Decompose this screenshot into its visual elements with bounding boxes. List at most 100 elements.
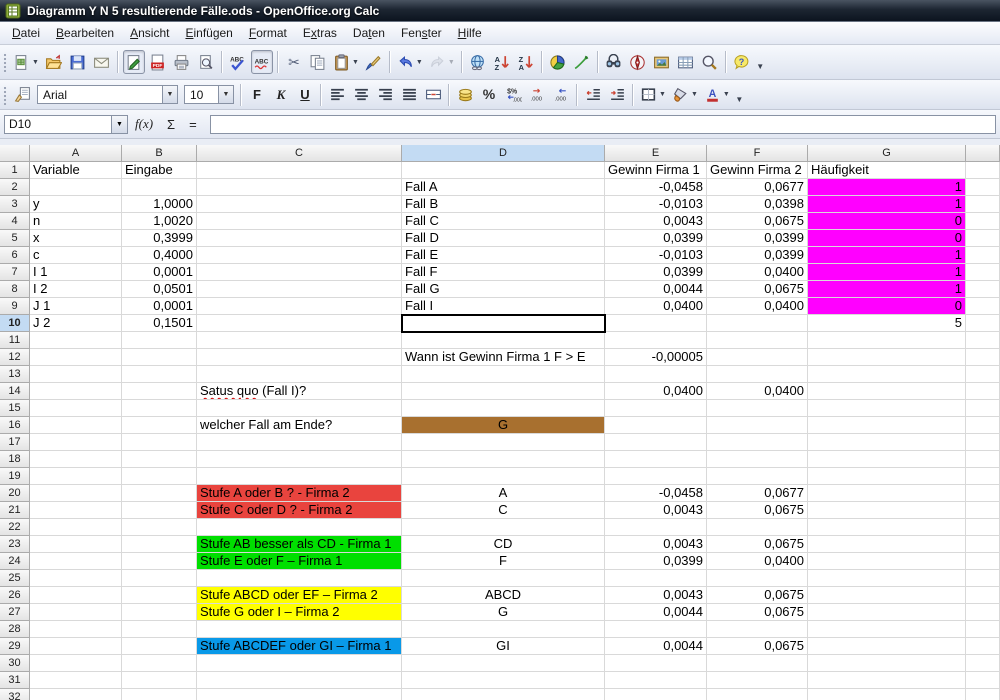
cell-F29[interactable]: 0,0675 — [707, 638, 808, 655]
row-header-23[interactable]: 23 — [0, 536, 30, 553]
cell-D2[interactable]: Fall A — [402, 179, 605, 196]
cell-G13[interactable] — [808, 366, 966, 383]
row-header-13[interactable]: 13 — [0, 366, 30, 383]
cell-F5[interactable]: 0,0399 — [707, 230, 808, 247]
cell-E6[interactable]: -0,0103 — [605, 247, 707, 264]
formula-button[interactable]: = — [189, 117, 197, 132]
row-header-20[interactable]: 20 — [0, 485, 30, 502]
cell-A3[interactable]: y — [30, 196, 122, 213]
cell-D11[interactable] — [402, 332, 605, 349]
cell-D6[interactable]: Fall E — [402, 247, 605, 264]
cell-C20[interactable]: Stufe A oder B ? - Firma 2 — [197, 485, 402, 502]
cell-F6[interactable]: 0,0399 — [707, 247, 808, 264]
cell-A13[interactable] — [30, 366, 122, 383]
cell-partial-31[interactable] — [966, 672, 1000, 689]
cell-partial-8[interactable] — [966, 281, 1000, 298]
row-header-10[interactable]: 10 — [0, 315, 30, 332]
number-standard-button[interactable]: $%.000 — [502, 84, 524, 106]
cell-partial-13[interactable] — [966, 366, 1000, 383]
cell-C18[interactable] — [197, 451, 402, 468]
menu-datei[interactable]: Datei — [4, 23, 48, 43]
font-size-combo-dropdown[interactable]: ▼ — [218, 85, 234, 104]
row-header-15[interactable]: 15 — [0, 400, 30, 417]
number-percent-button[interactable]: % — [478, 84, 500, 106]
cell-A30[interactable] — [30, 655, 122, 672]
row-header-18[interactable]: 18 — [0, 451, 30, 468]
cell-F2[interactable]: 0,0677 — [707, 179, 808, 196]
cell-E8[interactable]: 0,0044 — [605, 281, 707, 298]
cell-F32[interactable] — [707, 689, 808, 700]
cell-E9[interactable]: 0,0400 — [605, 298, 707, 315]
cell-B11[interactable] — [122, 332, 197, 349]
cell-A16[interactable] — [30, 417, 122, 434]
cell-F3[interactable]: 0,0398 — [707, 196, 808, 213]
title-bar[interactable]: Diagramm Y N 5 resultierende Fälle.ods -… — [0, 0, 1000, 22]
cell-D7[interactable]: Fall F — [402, 264, 605, 281]
cell-C13[interactable] — [197, 366, 402, 383]
cell-partial-9[interactable] — [966, 298, 1000, 315]
cell-F11[interactable] — [707, 332, 808, 349]
cell-G10[interactable]: 5 — [808, 315, 966, 332]
cell-A9[interactable]: J 1 — [30, 298, 122, 315]
cell-A27[interactable] — [30, 604, 122, 621]
cell-A22[interactable] — [30, 519, 122, 536]
help-button[interactable]: ? — [731, 50, 753, 74]
cell-E24[interactable]: 0,0399 — [605, 553, 707, 570]
cell-G6[interactable]: 1 — [808, 247, 966, 264]
row-header-11[interactable]: 11 — [0, 332, 30, 349]
cell-G24[interactable] — [808, 553, 966, 570]
row-header-9[interactable]: 9 — [0, 298, 30, 315]
cell-D26[interactable]: ABCD — [402, 587, 605, 604]
cell-E11[interactable] — [605, 332, 707, 349]
cell-E7[interactable]: 0,0399 — [605, 264, 707, 281]
cell-D9[interactable]: Fall I — [402, 298, 605, 315]
cell-F17[interactable] — [707, 434, 808, 451]
row-header-14[interactable]: 14 — [0, 383, 30, 400]
cell-E13[interactable] — [605, 366, 707, 383]
menu-format[interactable]: Format — [241, 23, 295, 43]
cell-C3[interactable] — [197, 196, 402, 213]
cell-F14[interactable]: 0,0400 — [707, 383, 808, 400]
cell-A17[interactable] — [30, 434, 122, 451]
cell-B18[interactable] — [122, 451, 197, 468]
cell-A12[interactable] — [30, 349, 122, 366]
column-header-F[interactable]: F — [707, 145, 808, 162]
cell-A8[interactable]: I 2 — [30, 281, 122, 298]
cell-A18[interactable] — [30, 451, 122, 468]
cell-F28[interactable] — [707, 621, 808, 638]
cell-D28[interactable] — [402, 621, 605, 638]
borders-button[interactable]: ▼ — [638, 84, 668, 106]
cell-G19[interactable] — [808, 468, 966, 485]
cell-D19[interactable] — [402, 468, 605, 485]
function-wizard-button[interactable]: f(x) — [135, 116, 153, 132]
cell-partial-28[interactable] — [966, 621, 1000, 638]
cell-G30[interactable] — [808, 655, 966, 672]
cell-partial-15[interactable] — [966, 400, 1000, 417]
cell-G2[interactable]: 1 — [808, 179, 966, 196]
toolbar-grip[interactable] — [2, 52, 7, 72]
row-header-32[interactable]: 32 — [0, 689, 30, 700]
cell-B30[interactable] — [122, 655, 197, 672]
background-color-button[interactable]: ▼ — [670, 84, 700, 106]
column-header-G[interactable]: G — [808, 145, 966, 162]
cell-B15[interactable] — [122, 400, 197, 417]
cell-B23[interactable] — [122, 536, 197, 553]
formula-input[interactable] — [210, 115, 996, 134]
cell-A24[interactable] — [30, 553, 122, 570]
row-header-8[interactable]: 8 — [0, 281, 30, 298]
cell-D3[interactable]: Fall B — [402, 196, 605, 213]
new-document-button[interactable]: ▼ — [11, 50, 41, 74]
row-header-30[interactable]: 30 — [0, 655, 30, 672]
cut-button[interactable]: ✂ — [283, 50, 305, 74]
cell-D24[interactable]: F — [402, 553, 605, 570]
cell-C26[interactable]: Stufe ABCD oder EF – Firma 2 — [197, 587, 402, 604]
cell-C2[interactable] — [197, 179, 402, 196]
cell-E2[interactable]: -0,0458 — [605, 179, 707, 196]
cell-C28[interactable] — [197, 621, 402, 638]
cell-C17[interactable] — [197, 434, 402, 451]
cell-G25[interactable] — [808, 570, 966, 587]
cell-partial-14[interactable] — [966, 383, 1000, 400]
cell-F26[interactable]: 0,0675 — [707, 587, 808, 604]
cell-D25[interactable] — [402, 570, 605, 587]
column-header-B[interactable]: B — [122, 145, 197, 162]
